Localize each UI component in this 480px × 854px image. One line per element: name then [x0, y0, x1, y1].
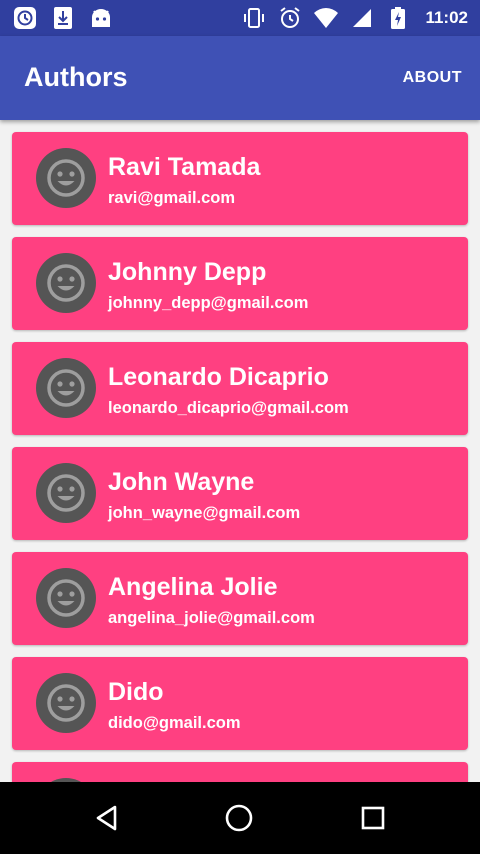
status-time: 11:02 [425, 8, 468, 27]
back-icon[interactable] [89, 800, 125, 836]
author-email: leonardo_dicaprio@gmail.com [108, 399, 349, 417]
smiley-face-icon [36, 673, 96, 733]
author-name: Leonardo Dicaprio [108, 363, 329, 391]
recents-icon[interactable] [355, 800, 391, 836]
status-bar: 11:02 [0, 0, 480, 36]
battery-charging-icon [385, 5, 411, 31]
author-card[interactable]: Dido dido@gmail.com [12, 657, 468, 750]
author-email: angelina_jolie@gmail.com [108, 609, 315, 627]
authors-list[interactable]: Ravi Tamada ravi@gmail.com Johnny Depp j… [0, 120, 480, 782]
author-name: Dido [108, 678, 164, 706]
author-name: Angelina Jolie [108, 573, 278, 601]
wifi-icon [313, 5, 339, 31]
author-card[interactable]: Angelina Jolie angelina_jolie@gmail.com [12, 552, 468, 645]
author-name: John Wayne [108, 468, 255, 496]
smiley-face-icon [36, 148, 96, 208]
author-card[interactable]: John Wayne john_wayne@gmail.com [12, 447, 468, 540]
author-name: Johnny Depp [108, 258, 267, 286]
navigation-bar [0, 782, 480, 854]
author-name: Ravi Tamada [108, 153, 261, 181]
smiley-face-icon [36, 358, 96, 418]
author-email: dido@gmail.com [108, 714, 241, 732]
author-card[interactable]: Leonardo Dicaprio leonardo_dicaprio@gmai… [12, 342, 468, 435]
android-icon [88, 5, 114, 31]
download-icon [50, 5, 76, 31]
smiley-face-icon [36, 463, 96, 523]
author-email: ravi@gmail.com [108, 189, 236, 207]
alarm-icon [277, 5, 303, 31]
app-bar: Authors ABOUT [0, 36, 480, 120]
home-icon[interactable] [221, 800, 257, 836]
signal-icon [349, 5, 375, 31]
vibrate-icon [241, 5, 267, 31]
author-card[interactable]: Johnny Depp johnny_depp@gmail.com [12, 237, 468, 330]
history-icon [12, 5, 38, 31]
author-card[interactable]: Ravi Tamada ravi@gmail.com [12, 132, 468, 225]
about-button[interactable]: ABOUT [403, 69, 462, 87]
smiley-face-icon [36, 568, 96, 628]
page-title: Authors [24, 62, 128, 92]
smiley-face-icon [36, 253, 96, 313]
author-email: john_wayne@gmail.com [108, 504, 301, 522]
author-card-partial[interactable] [12, 762, 468, 782]
author-email: johnny_depp@gmail.com [108, 294, 309, 312]
